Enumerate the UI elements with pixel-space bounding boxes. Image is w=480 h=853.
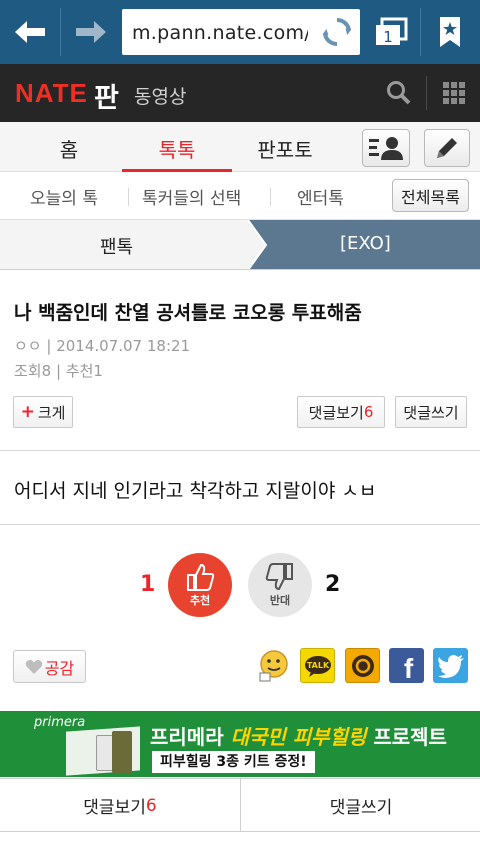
upvote-label: 추천 [189,593,211,607]
back-button[interactable] [0,0,60,64]
views-label: 조회 [14,362,42,380]
bookmark-button[interactable] [420,0,480,64]
forward-button[interactable] [61,0,121,64]
video-link[interactable]: 동영상 [134,82,186,109]
plus-icon: + [20,402,35,422]
profile-list-icon [369,137,403,160]
forward-arrow-icon [76,21,106,43]
enlarge-label: 크게 [37,403,66,422]
enlarge-text-button[interactable]: + 크게 [13,396,73,428]
tab-toktok[interactable]: 톡톡 [122,134,232,163]
twitter-icon[interactable] [433,648,468,683]
thumbs-up-icon [187,563,215,591]
breadcrumb-current[interactable]: [EXO] [340,233,391,254]
author: ㅇㅇ [14,337,42,355]
article-stats: 조회8 | 추천1 [14,360,103,381]
nate-logo[interactable]: NATE [15,78,88,109]
downvote-button[interactable]: 반대 [248,553,312,617]
emoticon-face [259,649,288,681]
comment-count: 6 [363,403,374,421]
subtab-today[interactable]: 오늘의 톡 [30,184,98,209]
kakaotalk-icon[interactable]: TALK [300,648,335,683]
bookmark-star-icon [440,17,460,47]
emoticon-icon[interactable] [256,648,291,683]
upvote-count: 1 [140,572,156,597]
tab-pannphoto[interactable]: 판포토 [230,134,340,163]
article-body: 어디서 지네 인기라고 착각하고 지랄이야 ㅅㅂ [14,480,377,502]
grid-icon [442,82,465,104]
back-arrow-icon [15,21,45,43]
downvote-count: 2 [325,572,341,597]
my-profile-button[interactable] [362,129,410,167]
kakaostory-lens [351,654,374,677]
facebook-icon[interactable]: f [389,648,424,684]
heart-icon [25,659,43,674]
write-comment-button[interactable]: 댓글쓰기 [395,396,467,428]
like-label: 공감 [44,658,75,678]
search-button[interactable] [372,64,425,122]
site-header: NATE 판 동영상 [0,64,480,122]
banner-title: 프리메라 대국민 피부힐링 프로젝트 [150,721,447,750]
downvote-label: 반대 [269,593,291,607]
twitter-bird [437,654,464,678]
facebook-f: f [403,652,414,684]
write-post-button[interactable] [424,129,470,167]
breadcrumb-arrow [232,220,268,269]
banner-subtitle: 피부힐링 3종 키트 증정! [152,751,315,773]
recommend-count: 1 [93,362,103,380]
divider [0,450,480,451]
breadcrumb: 팬톡 [EXO] [0,220,480,270]
bottom-write-comment-button[interactable]: 댓글쓰기 [241,779,480,832]
pencil-icon [437,138,457,158]
upvote-button[interactable]: 추천 [168,553,232,617]
url-text[interactable]: m.pann.nate.com/ta [132,22,308,44]
meta-divider: | [55,362,66,380]
view-comments-label: 댓글보기 [308,403,364,422]
like-button[interactable]: 공감 [13,650,86,683]
all-list-button[interactable]: 전체목록 [392,179,469,212]
banner-brand: primera [34,715,86,730]
subtab-divider [270,188,271,206]
article-author-date: ㅇㅇ | 2014.07.07 18:21 [14,335,190,356]
bottom-comment-count: 6 [145,795,157,816]
banner-title-accent: 대국민 피부힐링 [230,725,367,749]
browser-toolbar: m.pann.nate.com/ta 1 [0,0,480,64]
search-icon [386,81,410,105]
bottom-view-comments-label: 댓글보기 [83,798,146,818]
subtab-divider [128,188,129,206]
article-title: 나 백줌인데 찬열 공셔틀로 코오롱 투표해줌 [14,302,362,324]
address-bar[interactable]: m.pann.nate.com/ta [122,9,360,55]
meta-divider: | [46,337,57,355]
recommend-label: 추천 [65,362,94,380]
pann-logo[interactable]: 판 [94,76,119,115]
main-tab-bar: 홈 톡톡 판포토 [0,122,480,172]
post-date: 2014.07.07 18:21 [56,337,191,355]
bottom-view-comments-button[interactable]: 댓글보기 6 [0,779,240,832]
menu-grid-button[interactable] [427,64,480,122]
tab-count: 1 [383,28,393,46]
view-comments-button[interactable]: 댓글보기 6 [297,396,385,428]
breadcrumb-parent[interactable]: 팬톡 [100,233,133,259]
banner-title-prefix: 프리메라 [150,725,224,749]
views-count: 8 [41,362,52,380]
svg-text:TALK: TALK [306,661,329,670]
tabs-icon: 1 [376,17,408,46]
kakaotalk-bubble: TALK [304,655,331,677]
kakaostory-icon[interactable] [345,648,380,683]
sub-tab-bar: 오늘의 톡 톡커들의 선택 엔터톡 전체목록 [0,172,480,220]
subtab-enter[interactable]: 엔터톡 [297,184,344,209]
subtab-talkers-choice[interactable]: 톡커들의 선택 [142,184,241,209]
banner-product-bottle [112,731,132,773]
divider [0,524,480,525]
comment-bar: 댓글보기 6 댓글쓰기 [0,778,480,832]
ad-banner[interactable]: primera 프리메라 대국민 피부힐링 프로젝트 피부힐링 3종 키트 증정… [0,711,480,777]
tabs-button[interactable]: 1 [362,0,420,64]
tab-home[interactable]: 홈 [14,134,124,163]
refresh-icon[interactable] [320,15,354,49]
banner-title-suffix: 프로젝트 [373,725,447,749]
thumbs-down-icon [265,562,293,590]
